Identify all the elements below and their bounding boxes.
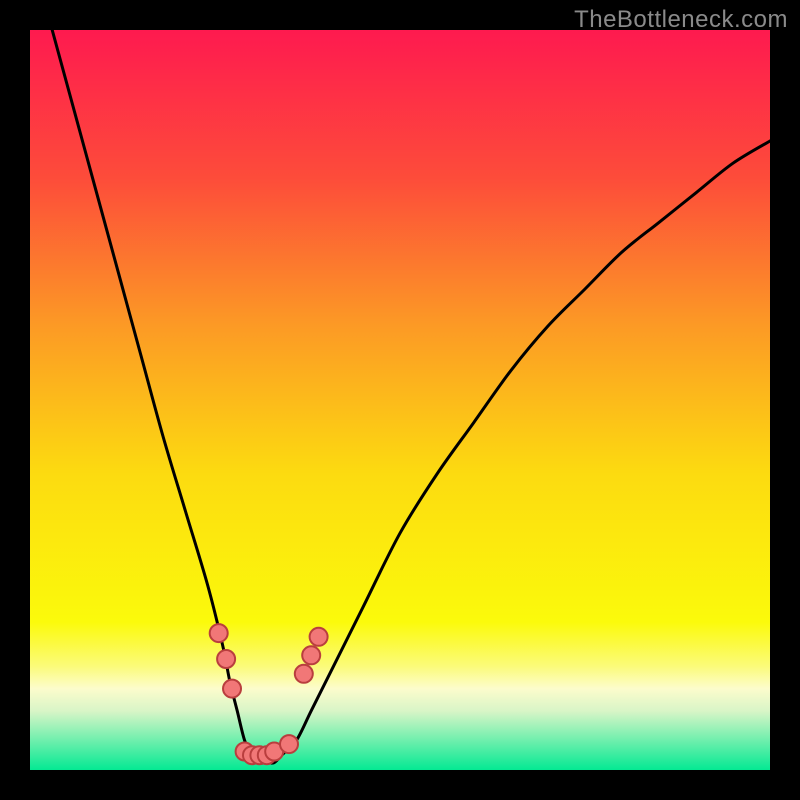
chart-stage: TheBottleneck.com xyxy=(0,0,800,800)
data-marker xyxy=(302,646,320,664)
plot-area xyxy=(30,30,770,770)
data-marker xyxy=(310,628,328,646)
data-marker xyxy=(210,624,228,642)
bottleneck-curve xyxy=(52,30,770,763)
data-marker xyxy=(217,650,235,668)
data-marker xyxy=(223,680,241,698)
data-marker xyxy=(280,735,298,753)
data-marker xyxy=(295,665,313,683)
curve-layer xyxy=(30,30,770,770)
data-markers xyxy=(210,624,328,764)
